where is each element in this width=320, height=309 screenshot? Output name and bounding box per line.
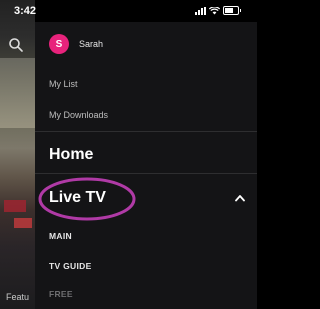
background-image-detail (14, 218, 32, 228)
status-time: 3:42 (14, 5, 37, 17)
submenu-item-free[interactable]: FREE (49, 289, 73, 299)
background-image (0, 58, 35, 128)
status-icons (195, 6, 241, 15)
menu-item-home[interactable]: Home (49, 146, 93, 164)
submenu-item-tv-guide[interactable]: TV GUIDE (49, 261, 92, 271)
menu-item-live-tv[interactable]: Live TV (49, 189, 106, 207)
profile-name[interactable]: Sarah (79, 39, 103, 49)
menu-item-my-list[interactable]: My List (49, 79, 78, 89)
divider (35, 131, 257, 132)
profile-row[interactable]: S Sarah (49, 34, 103, 54)
chevron-up-icon[interactable] (235, 194, 245, 202)
battery-icon (223, 6, 241, 15)
background-featured-label: Featu (6, 292, 30, 302)
search-icon[interactable] (8, 37, 24, 53)
submenu-item-main[interactable]: MAIN (49, 231, 72, 241)
navigation-drawer: S Sarah My List My Downloads Home Live T… (35, 22, 257, 309)
wifi-icon (209, 6, 220, 14)
background-image-detail (4, 200, 26, 212)
signal-icon (195, 6, 206, 15)
avatar[interactable]: S (49, 34, 69, 54)
menu-item-my-downloads[interactable]: My Downloads (49, 110, 108, 120)
divider (35, 173, 257, 174)
